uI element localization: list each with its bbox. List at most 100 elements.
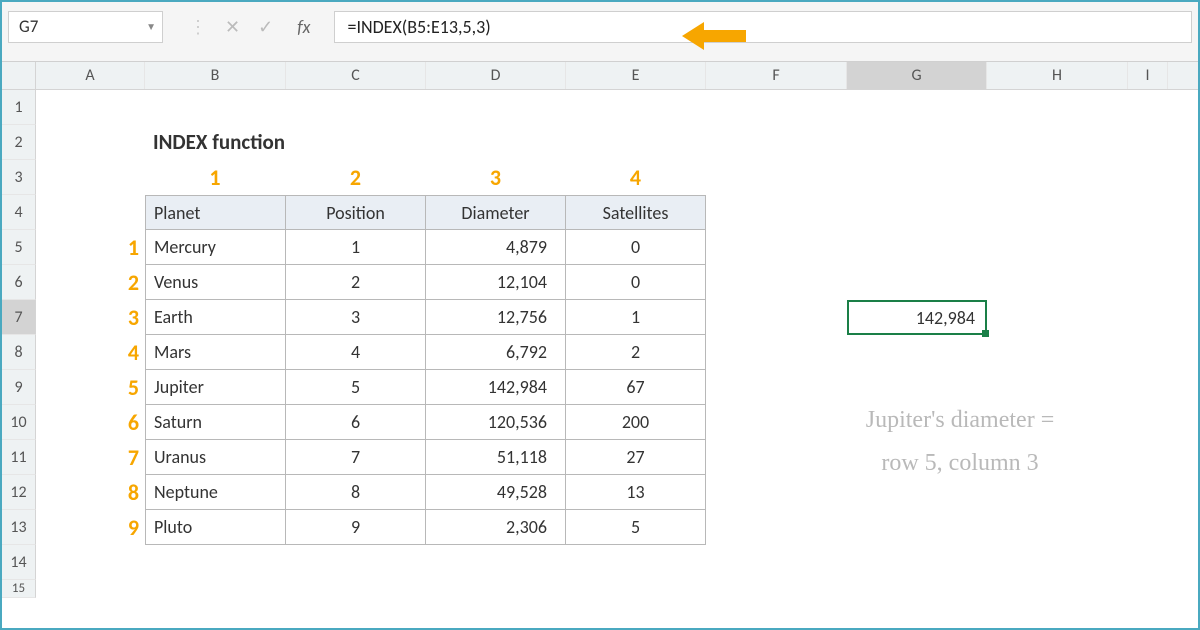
cell[interactable] bbox=[847, 195, 987, 230]
cell[interactable] bbox=[706, 580, 847, 598]
cell-planet[interactable]: Saturn bbox=[145, 405, 286, 440]
cell-position[interactable]: 2 bbox=[286, 265, 426, 300]
select-all-corner[interactable] bbox=[2, 62, 36, 89]
col-header[interactable]: C bbox=[286, 62, 426, 89]
row-index-label[interactable]: 9 bbox=[36, 510, 145, 545]
cell-diameter[interactable]: 12,756 bbox=[426, 300, 566, 335]
col-header[interactable]: B bbox=[145, 62, 286, 89]
row-index-label[interactable]: 2 bbox=[36, 265, 145, 300]
cell-satellites[interactable]: 67 bbox=[566, 370, 706, 405]
cell[interactable] bbox=[706, 335, 847, 370]
row-header[interactable]: 7 bbox=[2, 300, 36, 335]
cell[interactable] bbox=[987, 125, 1128, 160]
cell[interactable] bbox=[847, 265, 987, 300]
row-index-label[interactable]: 3 bbox=[36, 300, 145, 335]
cell[interactable] bbox=[566, 545, 706, 580]
cell[interactable] bbox=[706, 510, 847, 545]
col-index-label[interactable]: 4 bbox=[566, 160, 706, 195]
col-header[interactable]: I bbox=[1128, 62, 1168, 89]
row-header[interactable]: 1 bbox=[2, 90, 36, 125]
enter-icon[interactable]: ✓ bbox=[258, 16, 273, 38]
cell-position[interactable]: 4 bbox=[286, 335, 426, 370]
cell[interactable] bbox=[286, 90, 426, 125]
row-index-label[interactable]: 1 bbox=[36, 230, 145, 265]
cell[interactable] bbox=[847, 510, 987, 545]
cell-planet[interactable]: Pluto bbox=[145, 510, 286, 545]
cell[interactable] bbox=[706, 265, 847, 300]
cell[interactable] bbox=[426, 580, 566, 598]
cell[interactable] bbox=[286, 580, 426, 598]
cell[interactable] bbox=[36, 580, 145, 598]
cell[interactable] bbox=[987, 160, 1128, 195]
col-index-label[interactable]: 2 bbox=[286, 160, 426, 195]
cell-satellites[interactable]: 0 bbox=[566, 230, 706, 265]
spreadsheet-grid[interactable]: A B C D E F G H I 1 2 INDEX function 3 1 bbox=[2, 62, 1198, 598]
col-header[interactable]: G bbox=[847, 62, 987, 89]
col-index-label[interactable]: 3 bbox=[426, 160, 566, 195]
row-index-label[interactable]: 6 bbox=[36, 405, 145, 440]
cell-position[interactable]: 9 bbox=[286, 510, 426, 545]
row-index-label[interactable]: 7 bbox=[36, 440, 145, 475]
cell-diameter[interactable]: 142,984 bbox=[426, 370, 566, 405]
cell[interactable] bbox=[706, 195, 847, 230]
cell[interactable] bbox=[286, 125, 426, 160]
col-header[interactable]: D bbox=[426, 62, 566, 89]
chevron-down-icon[interactable]: ▼ bbox=[146, 20, 156, 33]
row-header[interactable]: 2 bbox=[2, 125, 36, 160]
row-index-label[interactable]: 5 bbox=[36, 370, 145, 405]
cell[interactable] bbox=[847, 335, 987, 370]
fx-icon[interactable]: fx bbox=[291, 16, 316, 38]
row-header[interactable]: 13 bbox=[2, 510, 36, 545]
cell[interactable] bbox=[706, 125, 847, 160]
cell[interactable] bbox=[426, 545, 566, 580]
cell[interactable] bbox=[987, 300, 1128, 335]
row-index-label[interactable]: 8 bbox=[36, 475, 145, 510]
row-header[interactable]: 14 bbox=[2, 545, 36, 580]
table-header[interactable]: Planet bbox=[145, 195, 286, 230]
row-header[interactable]: 6 bbox=[2, 265, 36, 300]
row-header[interactable]: 10 bbox=[2, 405, 36, 440]
row-header[interactable]: 3 bbox=[2, 160, 36, 195]
cell-planet[interactable]: Uranus bbox=[145, 440, 286, 475]
cell[interactable] bbox=[987, 230, 1128, 265]
name-box[interactable]: G7 ▼ bbox=[8, 11, 163, 43]
cancel-icon[interactable]: ✕ bbox=[225, 16, 240, 38]
cell-diameter[interactable]: 2,306 bbox=[426, 510, 566, 545]
col-header[interactable]: F bbox=[706, 62, 847, 89]
cell[interactable] bbox=[706, 90, 847, 125]
cell-diameter[interactable]: 49,528 bbox=[426, 475, 566, 510]
cell[interactable] bbox=[847, 545, 987, 580]
cell[interactable] bbox=[847, 230, 987, 265]
cell[interactable] bbox=[987, 335, 1128, 370]
cell-planet[interactable]: Venus bbox=[145, 265, 286, 300]
cell[interactable] bbox=[426, 125, 566, 160]
cell[interactable] bbox=[706, 230, 847, 265]
cell[interactable] bbox=[847, 125, 987, 160]
row-index-label[interactable]: 4 bbox=[36, 335, 145, 370]
cell-planet[interactable]: Neptune bbox=[145, 475, 286, 510]
cell-diameter[interactable]: 120,536 bbox=[426, 405, 566, 440]
cell[interactable] bbox=[36, 195, 145, 230]
cell[interactable] bbox=[847, 580, 987, 598]
cell-satellites[interactable]: 0 bbox=[566, 265, 706, 300]
row-header[interactable]: 8 bbox=[2, 335, 36, 370]
row-header[interactable]: 15 bbox=[2, 580, 36, 598]
cell-planet[interactable]: Earth bbox=[145, 300, 286, 335]
cell[interactable] bbox=[847, 90, 987, 125]
cell-satellites[interactable]: 1 bbox=[566, 300, 706, 335]
col-index-label[interactable]: 1 bbox=[145, 160, 286, 195]
formula-input[interactable]: =INDEX(B5:E13,5,3) bbox=[334, 11, 1192, 43]
cell-position[interactable]: 6 bbox=[286, 405, 426, 440]
cell[interactable] bbox=[145, 90, 286, 125]
cell[interactable] bbox=[426, 90, 566, 125]
cell-diameter[interactable]: 4,879 bbox=[426, 230, 566, 265]
row-header[interactable]: 5 bbox=[2, 230, 36, 265]
cell-planet[interactable]: Mercury bbox=[145, 230, 286, 265]
cell[interactable] bbox=[987, 90, 1128, 125]
cell[interactable] bbox=[847, 160, 987, 195]
cell-position[interactable]: 8 bbox=[286, 475, 426, 510]
table-header[interactable]: Satellites bbox=[566, 195, 706, 230]
selected-cell[interactable]: 142,984 bbox=[847, 300, 987, 335]
row-header[interactable]: 11 bbox=[2, 440, 36, 475]
cell[interactable] bbox=[987, 510, 1128, 545]
